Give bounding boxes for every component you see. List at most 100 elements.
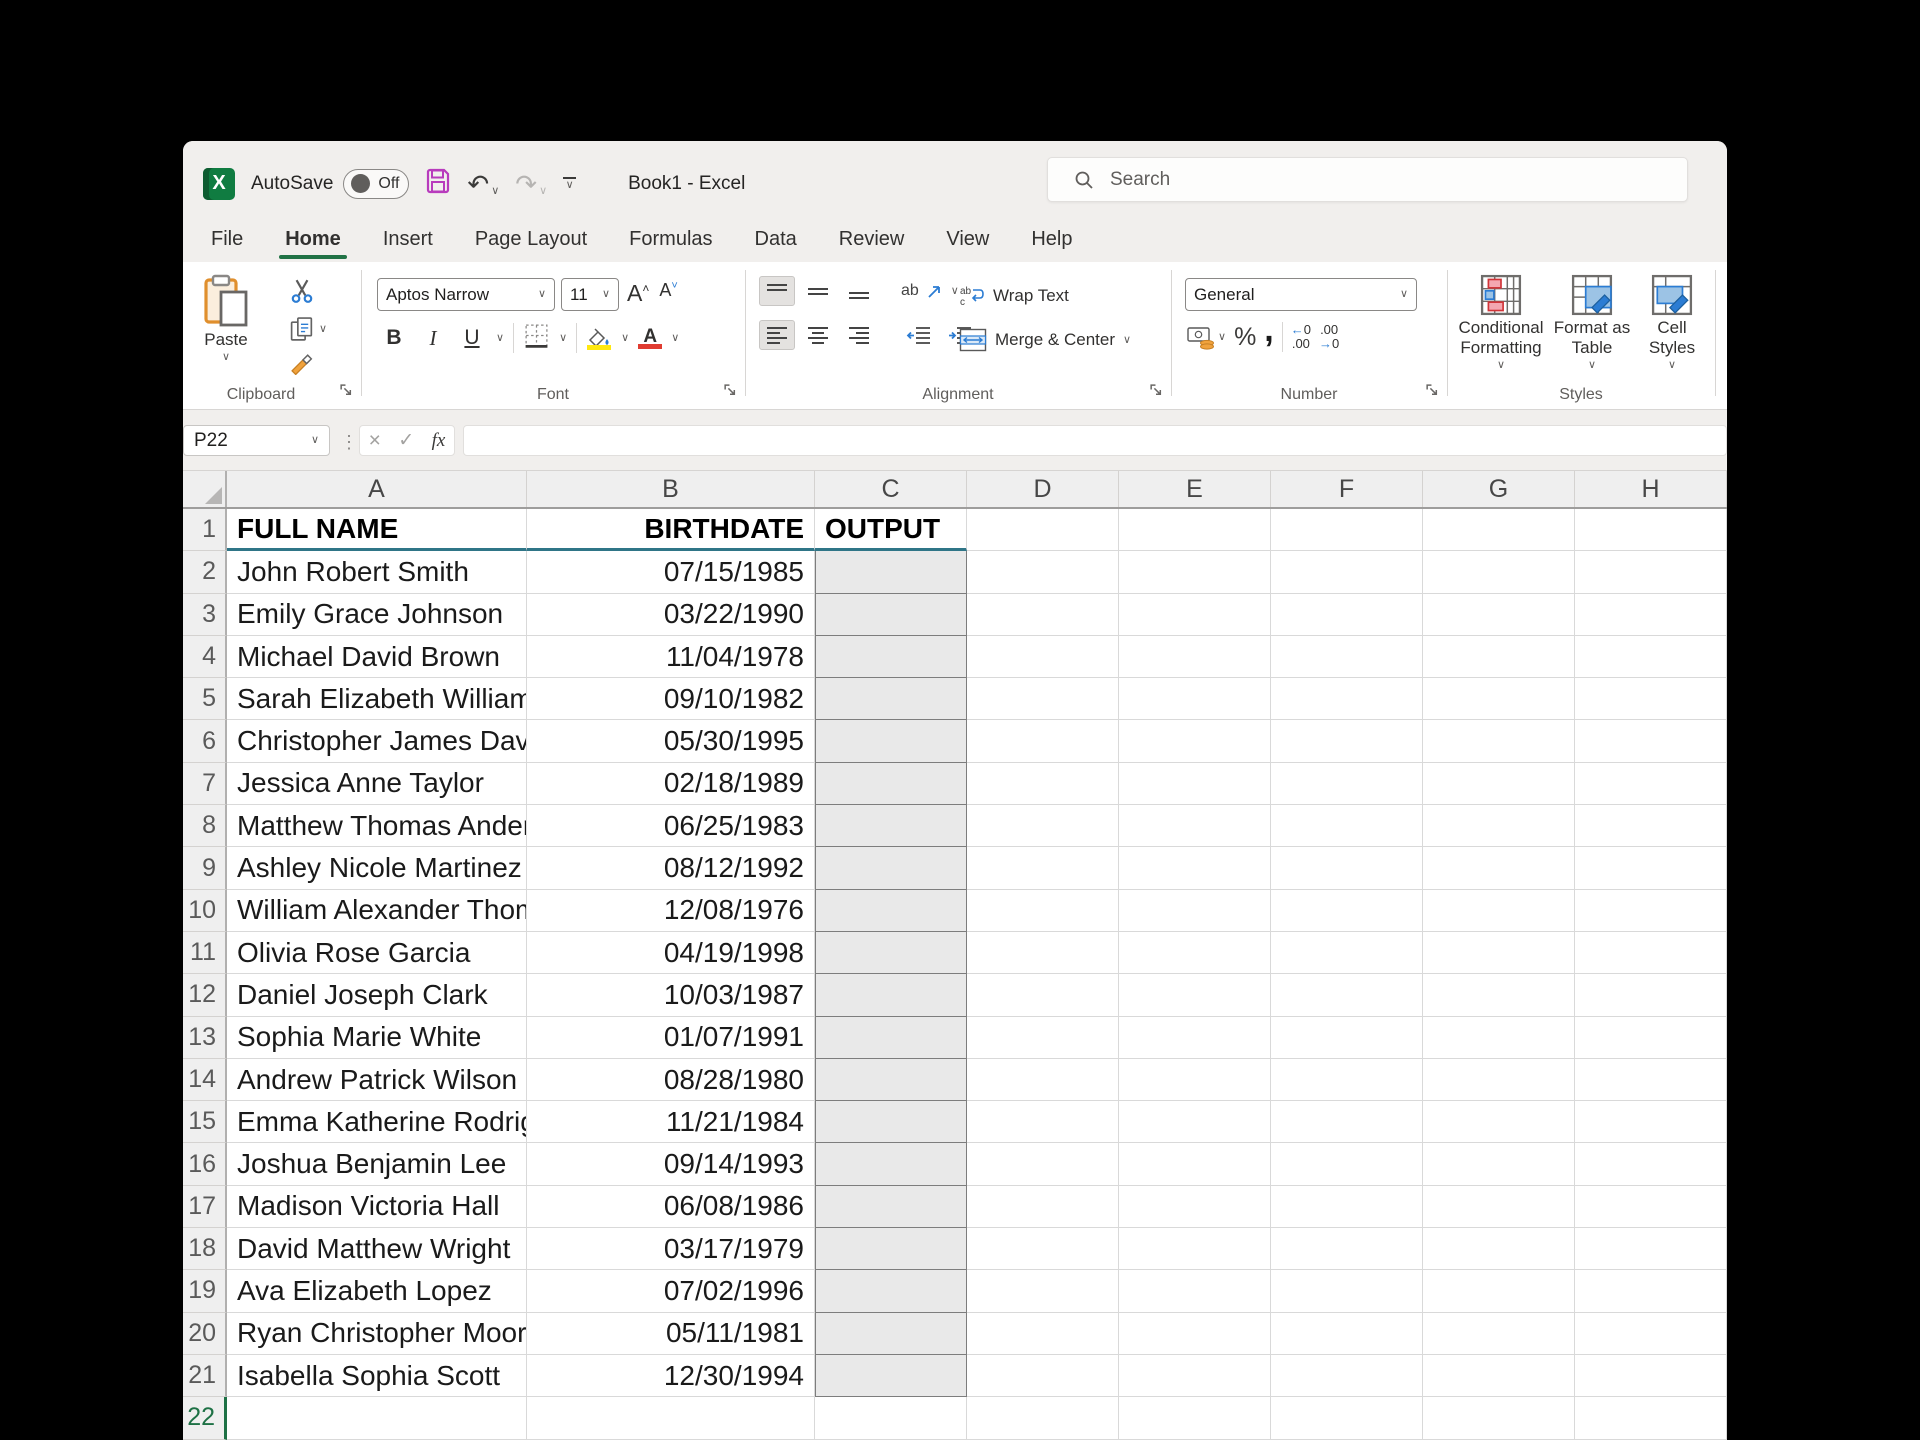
cell-name[interactable]: Olivia Rose Garcia: [227, 931, 527, 975]
fill-color-chevron-icon[interactable]: ∨: [621, 332, 629, 344]
alignment-dialog-launcher[interactable]: [1149, 383, 1163, 402]
cell[interactable]: [1119, 720, 1271, 763]
insert-function-button[interactable]: fx: [432, 430, 446, 452]
row-header-18[interactable]: 18: [183, 1228, 227, 1271]
cell-output[interactable]: [815, 931, 967, 975]
cell[interactable]: [1119, 847, 1271, 890]
column-header-F[interactable]: F: [1271, 471, 1423, 507]
cell-name[interactable]: Emma Katherine Rodriguez: [227, 1101, 527, 1144]
cell[interactable]: [1271, 1101, 1423, 1144]
cell[interactable]: [1271, 1016, 1423, 1059]
cell[interactable]: [1423, 1312, 1575, 1355]
cell[interactable]: [1575, 1101, 1727, 1144]
cell-output[interactable]: [815, 635, 967, 679]
bottom-align-button[interactable]: [841, 276, 877, 306]
save-icon[interactable]: [425, 168, 451, 199]
copy-chevron-icon[interactable]: ∨: [319, 324, 327, 335]
cell[interactable]: [1119, 1016, 1271, 1059]
cell[interactable]: [967, 635, 1119, 679]
cell-output[interactable]: [815, 1354, 967, 1398]
cell-date[interactable]: 06/08/1986: [527, 1185, 815, 1229]
cell-name[interactable]: Andrew Patrick Wilson: [227, 1058, 527, 1102]
font-name-select[interactable]: Aptos Narrow ∨: [377, 278, 555, 311]
format-as-table-button[interactable]: Format as Table ∨: [1551, 274, 1633, 371]
cell[interactable]: [1271, 1397, 1423, 1440]
cell-name[interactable]: Joshua Benjamin Lee: [227, 1143, 527, 1186]
cell[interactable]: [1271, 805, 1423, 848]
cell-full-name-header[interactable]: FULL NAME: [227, 509, 527, 552]
cell[interactable]: [1271, 635, 1423, 679]
cell[interactable]: [1575, 889, 1727, 932]
cell[interactable]: [1119, 593, 1271, 636]
cell[interactable]: [967, 1058, 1119, 1102]
cell-output[interactable]: [815, 678, 967, 721]
row-header-14[interactable]: 14: [183, 1058, 227, 1102]
cell-output-header[interactable]: OUTPUT: [815, 509, 967, 552]
tab-insert[interactable]: Insert: [381, 226, 435, 259]
cell-date[interactable]: 04/19/1998: [527, 931, 815, 975]
cell-name[interactable]: Matthew Thomas Anderson: [227, 805, 527, 848]
decrease-font-button[interactable]: A˅: [659, 280, 677, 301]
column-header-B[interactable]: B: [527, 471, 815, 507]
cancel-button[interactable]: ×: [369, 429, 381, 453]
cell[interactable]: [1423, 1058, 1575, 1102]
cell[interactable]: [1575, 1312, 1727, 1355]
cell[interactable]: [1119, 1270, 1271, 1313]
cell-date[interactable]: 05/11/1981: [527, 1312, 815, 1355]
cell-output[interactable]: [815, 762, 967, 806]
cell[interactable]: [1423, 1397, 1575, 1440]
bold-button[interactable]: B: [379, 326, 409, 350]
cell-name[interactable]: Sarah Elizabeth Williams: [227, 678, 527, 721]
cell-date[interactable]: 08/12/1992: [527, 847, 815, 890]
cell[interactable]: [1575, 1270, 1727, 1313]
cell[interactable]: [1575, 720, 1727, 763]
cell[interactable]: [1271, 847, 1423, 890]
cell[interactable]: [1119, 1397, 1271, 1440]
align-right-button[interactable]: [841, 320, 877, 350]
cell[interactable]: [1423, 762, 1575, 806]
cell[interactable]: [1423, 551, 1575, 594]
cell[interactable]: [1423, 1270, 1575, 1313]
number-dialog-launcher[interactable]: [1425, 383, 1439, 402]
cell[interactable]: [1423, 931, 1575, 975]
cell[interactable]: [1271, 1270, 1423, 1313]
cell[interactable]: [1119, 678, 1271, 721]
cell[interactable]: [1271, 1058, 1423, 1102]
paste-button[interactable]: Paste ∨: [203, 274, 249, 363]
cell[interactable]: [1119, 1101, 1271, 1144]
conditional-formatting-button[interactable]: Conditional Formatting ∨: [1455, 274, 1547, 371]
cell[interactable]: [1119, 1143, 1271, 1186]
cell-output[interactable]: [815, 974, 967, 1017]
cell-date[interactable]: 03/17/1979: [527, 1228, 815, 1271]
cell-output[interactable]: [815, 889, 967, 932]
cell[interactable]: [967, 1016, 1119, 1059]
cell-date[interactable]: 12/30/1994: [527, 1354, 815, 1398]
cell[interactable]: [1271, 1312, 1423, 1355]
cell[interactable]: [1271, 762, 1423, 806]
row-header-8[interactable]: 8: [183, 805, 227, 848]
cell[interactable]: [1119, 1312, 1271, 1355]
row-header-12[interactable]: 12: [183, 974, 227, 1017]
cell[interactable]: [1423, 889, 1575, 932]
formula-bar-drag-handle[interactable]: ⋮: [340, 432, 358, 453]
cell[interactable]: [1119, 1058, 1271, 1102]
row-header-7[interactable]: 7: [183, 762, 227, 806]
cell-date[interactable]: 09/10/1982: [527, 678, 815, 721]
tab-help[interactable]: Help: [1029, 226, 1074, 259]
column-header-E[interactable]: E: [1119, 471, 1271, 507]
cell-styles-button[interactable]: Cell Styles ∨: [1639, 274, 1705, 371]
cell[interactable]: [1271, 509, 1423, 552]
cell[interactable]: [1575, 551, 1727, 594]
cell-name[interactable]: Michael David Brown: [227, 635, 527, 679]
cell-output[interactable]: [815, 1143, 967, 1186]
cell[interactable]: [967, 720, 1119, 763]
number-format-select[interactable]: General ∨: [1185, 278, 1417, 311]
cell[interactable]: [967, 678, 1119, 721]
cell-date[interactable]: 12/08/1976: [527, 889, 815, 932]
cell[interactable]: [1271, 889, 1423, 932]
cell-date[interactable]: 10/03/1987: [527, 974, 815, 1017]
tab-review[interactable]: Review: [837, 226, 907, 259]
cell[interactable]: [967, 1143, 1119, 1186]
copy-button[interactable]: ∨: [289, 316, 327, 343]
paste-chevron-icon[interactable]: ∨: [222, 352, 230, 363]
